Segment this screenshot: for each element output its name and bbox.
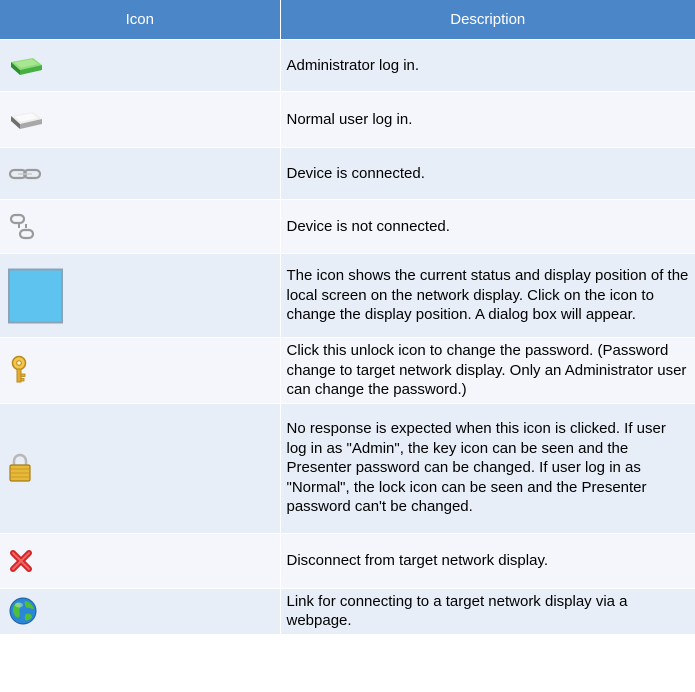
icon-cell	[0, 253, 281, 338]
header-description: Description	[280, 0, 695, 40]
icon-cell	[0, 587, 281, 634]
table-row: Link for connecting to a target network …	[0, 587, 695, 634]
icon-cell	[0, 402, 281, 533]
table-row: Administrator log in.	[0, 39, 695, 92]
normal-user-login-drive-gray-icon	[8, 107, 44, 133]
description-cell: Link for connecting to a target network …	[280, 587, 695, 634]
description-cell: The icon shows the current status and di…	[280, 253, 695, 338]
description-cell: No response is expected when this icon i…	[280, 402, 695, 533]
padlock-icon[interactable]	[8, 453, 32, 483]
display-position-square-icon[interactable]	[8, 268, 63, 323]
description-cell: Click this unlock icon to change the pas…	[280, 337, 695, 403]
table-row: Device is connected.	[0, 147, 695, 200]
description-cell: Disconnect from target network display.	[280, 532, 695, 588]
description-cell: Device is connected.	[280, 147, 695, 200]
header-icon: Icon	[0, 0, 281, 40]
chain-link-connected-icon	[8, 167, 42, 181]
icon-cell	[0, 39, 281, 92]
icon-cell	[0, 532, 281, 588]
table-row: Normal user log in.	[0, 91, 695, 148]
red-x-disconnect-icon[interactable]	[8, 548, 34, 574]
description-cell: Normal user log in.	[280, 91, 695, 148]
icon-cell	[0, 199, 281, 254]
icon-cell	[0, 91, 281, 148]
admin-login-drive-green-icon	[8, 53, 44, 79]
description-cell: Administrator log in.	[280, 39, 695, 92]
table-row: Disconnect from target network display.	[0, 532, 695, 588]
table-header-row: Icon Description	[0, 0, 695, 40]
broken-chain-link-icon	[8, 212, 38, 242]
icon-cell	[0, 337, 281, 403]
table-row: The icon shows the current status and di…	[0, 253, 695, 338]
icon-description-table: Icon Description Administrator log in. N…	[0, 0, 695, 634]
globe-icon[interactable]	[8, 596, 38, 626]
icon-cell	[0, 147, 281, 200]
key-icon[interactable]	[8, 355, 30, 385]
table-row: Click this unlock icon to change the pas…	[0, 337, 695, 403]
description-cell: Device is not connected.	[280, 199, 695, 254]
table-row: Device is not connected.	[0, 199, 695, 254]
table-row: No response is expected when this icon i…	[0, 402, 695, 533]
